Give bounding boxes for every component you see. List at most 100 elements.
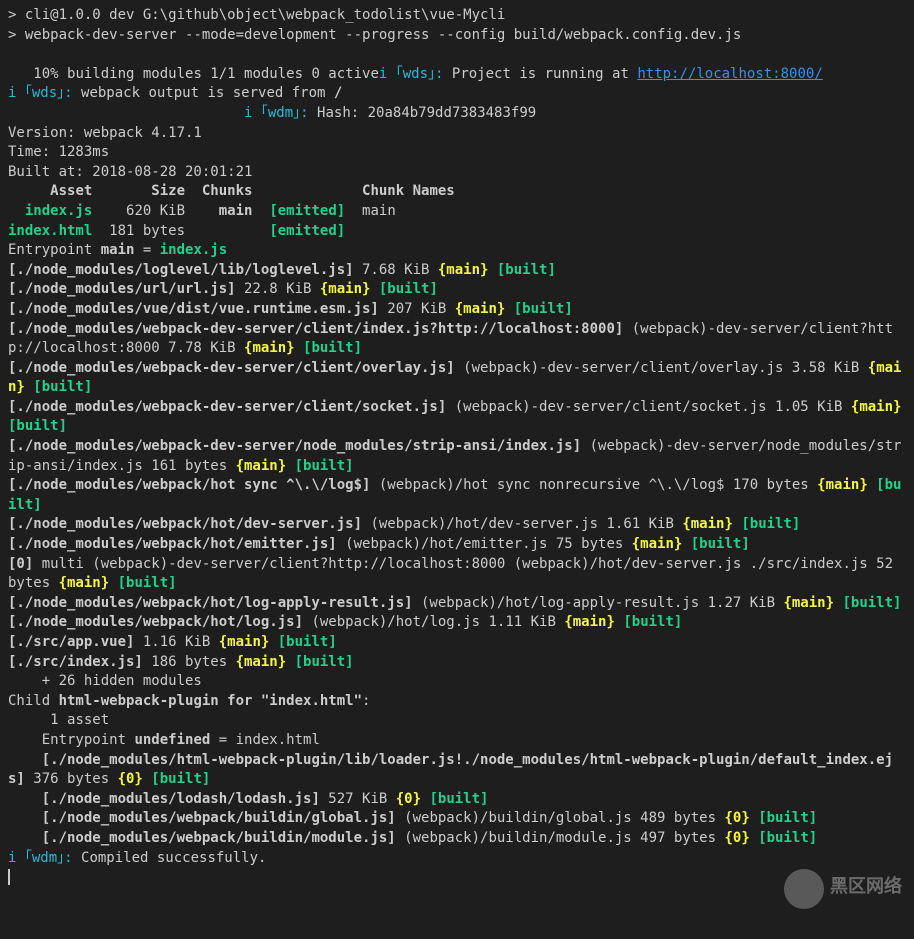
emitted-tag: [emitted] <box>269 223 345 239</box>
module-chunk: {0} <box>396 791 421 807</box>
module-chunk: {main} <box>455 301 506 317</box>
wds-tag: ｢wds｣: <box>387 66 443 82</box>
module-chunk: {main} <box>783 595 834 611</box>
module-size: 75 bytes <box>547 536 631 552</box>
module-size: 497 bytes <box>632 830 725 846</box>
module-desc: (webpack)-dev-server/client/overlay.js <box>455 360 784 376</box>
module-path: [./src/index.js] <box>8 654 143 670</box>
module-path: [./node_modules/webpack-dev-server/clien… <box>8 321 623 337</box>
module-path: [./node_modules/vue/dist/vue.runtime.esm… <box>8 301 379 317</box>
built-tag: [built] <box>505 301 572 317</box>
asset-name: index.html <box>8 223 92 239</box>
module-path: [./node_modules/webpack/buildin/global.j… <box>8 810 396 826</box>
module-size: 161 bytes <box>143 458 236 474</box>
asset-name: index.js <box>8 203 92 219</box>
hash: Hash: 20a84b79dd7383483f99 <box>309 105 537 121</box>
asset-header: Asset Size Chunks Chunk Names <box>8 182 906 202</box>
module-desc: (webpack)/hot/emitter.js <box>337 536 548 552</box>
child-name: html-webpack-plugin for "index.html" <box>59 693 362 709</box>
progress-text: 10% building modules 1/1 modules 0 activ… <box>8 66 379 82</box>
built-tag: [built] <box>370 281 437 297</box>
wds-served: webpack output is served from <box>73 85 334 101</box>
entrypoint-label: Entrypoint <box>8 242 101 258</box>
child-asset-count: 1 asset <box>8 711 906 731</box>
built-tag: [built] <box>615 614 682 630</box>
module-desc: (webpack)/hot/log-apply-result.js <box>413 595 700 611</box>
command-text: cli@1.0.0 dev G:\github\object\webpack_t… <box>16 7 505 23</box>
compiled-msg: Compiled successfully. <box>73 850 267 866</box>
module-size: 186 bytes <box>143 654 236 670</box>
hidden-modules: + 26 hidden modules <box>8 672 906 692</box>
module-desc: (webpack)/buildin/global.js <box>396 810 632 826</box>
module-desc: multi (webpack)-dev-server/client?http:/… <box>33 556 867 572</box>
module-size: 7.68 KiB <box>354 262 438 278</box>
built-tag: [built] <box>286 458 353 474</box>
module-chunk: {main} <box>817 477 868 493</box>
cursor <box>8 869 10 885</box>
module-path: [./node_modules/webpack/buildin/module.j… <box>8 830 396 846</box>
chunk-names: main <box>345 203 396 219</box>
asset-size: 620 KiB <box>92 203 218 219</box>
child-entry-prefix: Entrypoint <box>8 732 134 748</box>
module-size: 3.58 KiB <box>783 360 867 376</box>
module-desc: (webpack)-dev-server/client/socket.js <box>446 399 766 415</box>
served-path: / <box>334 85 342 101</box>
module-path: [./node_modules/lodash/lodash.js] <box>8 791 320 807</box>
built-tag: [built] <box>834 595 901 611</box>
built-tag: [built] <box>750 830 817 846</box>
asset-size: 181 bytes <box>92 223 269 239</box>
module-desc: (webpack)/hot/dev-server.js <box>362 516 598 532</box>
module-path: [./src/app.vue] <box>8 634 134 650</box>
module-size: 207 KiB <box>379 301 455 317</box>
built-tag: [built] <box>269 634 336 650</box>
module-chunk: {main} <box>682 516 733 532</box>
version-line: Version: webpack 4.17.1 <box>8 124 906 144</box>
wdm-tag: ｢wdm｣: <box>252 105 308 121</box>
module-desc: (webpack)/hot sync nonrecursive ^\.\/log… <box>370 477 724 493</box>
wds-tag: ｢wds｣: <box>16 85 72 101</box>
entry-eq: = <box>134 242 159 258</box>
built-tag: [built] <box>286 654 353 670</box>
wdm-tag: ｢wdm｣: <box>16 850 72 866</box>
server-url-link[interactable]: http://localhost:8000/ <box>637 66 822 82</box>
module-chunk: {main} <box>244 340 295 356</box>
child-entry-rest: = index.html <box>210 732 320 748</box>
module-path: [./node_modules/webpack/hot/emitter.js] <box>8 536 337 552</box>
module-size: 1.27 KiB <box>699 595 783 611</box>
child-prefix: Child <box>8 693 59 709</box>
terminal-output[interactable]: > cli@1.0.0 dev G:\github\object\webpack… <box>8 6 906 888</box>
module-path: [./node_modules/webpack-dev-server/node_… <box>8 438 581 454</box>
built-tag: [built] <box>421 791 488 807</box>
entry-name: main <box>101 242 135 258</box>
module-chunk: {main} <box>236 458 287 474</box>
module-size: 1.05 KiB <box>767 399 851 415</box>
module-desc: (webpack)/hot/log.js <box>303 614 480 630</box>
module-chunk: {0} <box>118 771 143 787</box>
module-size: 22.8 KiB <box>236 281 320 297</box>
entry-file: index.js <box>160 242 227 258</box>
command-text: webpack-dev-server --mode=development --… <box>16 27 741 43</box>
module-desc: (webpack)/buildin/module.js <box>396 830 632 846</box>
module-chunk: {main} <box>438 262 489 278</box>
module-size: 1.11 KiB <box>480 614 564 630</box>
module-path: [./node_modules/webpack/hot/dev-server.j… <box>8 516 362 532</box>
module-path: [./node_modules/webpack-dev-server/clien… <box>8 360 455 376</box>
built-tag: [built] <box>295 340 362 356</box>
module-path: [./node_modules/webpack/hot/log.js] <box>8 614 303 630</box>
module-path: [./node_modules/webpack-dev-server/clien… <box>8 399 446 415</box>
module-size: 1.61 KiB <box>598 516 682 532</box>
module-chunk: {main} <box>320 281 371 297</box>
module-size: 170 bytes <box>724 477 817 493</box>
module-size: 1.16 KiB <box>134 634 218 650</box>
built-tag: [built] <box>733 516 800 532</box>
built-tag: [built] <box>109 575 176 591</box>
module-chunk: {main} <box>219 634 270 650</box>
built-tag: [built] <box>488 262 555 278</box>
module-path: [./node_modules/url/url.js] <box>8 281 236 297</box>
module-path: [./node_modules/webpack/hot/log-apply-re… <box>8 595 413 611</box>
module-chunk: {main} <box>59 575 110 591</box>
module-chunk: {0} <box>724 810 749 826</box>
built-at-line: Built at: 2018-08-28 20:01:21 <box>8 163 906 183</box>
emitted-tag: [emitted] <box>269 203 345 219</box>
module-chunk: {main} <box>632 536 683 552</box>
